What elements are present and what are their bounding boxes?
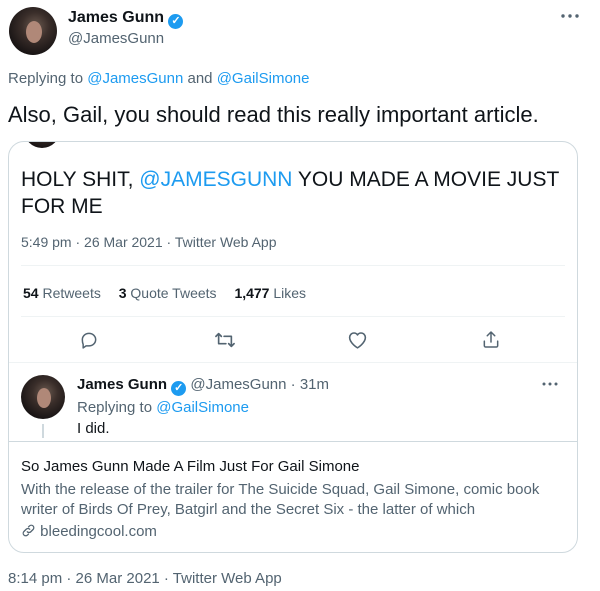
replying-prefix: Replying to [8, 70, 84, 87]
link-card-domain[interactable]: bleedingcool.com [40, 523, 157, 540]
likes-label: Likes [273, 285, 307, 301]
tweet-timestamp[interactable]: 8:14 pm · 26 Mar 2021 · Twitter Web App [8, 570, 282, 588]
author-name-row: James Gunn ✓ [68, 8, 184, 29]
reply-replying-to: Replying to @GailSimone [77, 399, 249, 417]
like-icon[interactable] [347, 330, 368, 350]
link-card-domain-row: bleedingcool.com [21, 522, 157, 541]
retweets-label: Retweets [42, 285, 101, 301]
reply-author-handle[interactable]: @JamesGunn [190, 376, 286, 393]
divider [9, 362, 577, 363]
reply-icon[interactable] [79, 330, 99, 350]
more-icon[interactable] [541, 380, 559, 388]
more-icon[interactable] [560, 12, 580, 22]
tweet-text: Also, Gail, you should read this really … [8, 102, 539, 127]
reply-time[interactable]: 31m [300, 376, 329, 393]
link-card-title: So James Gunn Made A Film Just For Gail … [21, 458, 360, 475]
replying-to: Replying to @JamesGunn and @GailSimone [8, 70, 309, 88]
divider [21, 265, 565, 266]
tweet-stats: 54 Retweets 3 Quote Tweets 1,477 Likes [23, 284, 306, 302]
link-icon [21, 523, 36, 538]
quotes-stat[interactable]: 3 Quote Tweets [119, 285, 217, 301]
quoted-text-before: HOLY SHIT, [21, 168, 134, 191]
retweets-count: 54 [23, 285, 39, 301]
reply-avatar[interactable] [21, 375, 65, 419]
share-icon[interactable] [481, 329, 501, 350]
quoted-avatar-partial [24, 142, 60, 148]
verified-badge-icon: ✓ [171, 381, 187, 396]
quoted-mention[interactable]: @JAMESGUNN [139, 168, 292, 191]
quotes-count: 3 [118, 285, 127, 301]
reply-replying-prefix: Replying to [77, 399, 153, 416]
replying-and: and [187, 70, 213, 87]
retweets-stat[interactable]: 54 Retweets [23, 285, 101, 301]
reply-header: James Gunn ✓ @JamesGunn · 31m [77, 376, 329, 396]
link-card[interactable]: So James Gunn Made A Film Just For Gail … [9, 442, 577, 552]
thread-line [42, 424, 44, 438]
divider [21, 316, 565, 317]
quoted-tweet-card[interactable]: HOLY SHIT, @JAMESGUNN YOU MADE A MOVIE J… [8, 141, 578, 553]
author-handle[interactable]: @JamesGunn [68, 30, 164, 48]
reply-text: I did. [77, 420, 110, 437]
likes-count: 1,477 [234, 285, 270, 301]
verified-badge-icon: ✓ [168, 14, 184, 29]
likes-stat[interactable]: 1,477 Likes [234, 285, 306, 301]
author-avatar[interactable] [9, 7, 57, 55]
author-name[interactable]: James Gunn [68, 9, 164, 26]
reply-separator: · [290, 376, 296, 393]
quoted-timestamp[interactable]: 5:49 pm · 26 Mar 2021 · Twitter Web App [21, 233, 277, 251]
replying-mention-2[interactable]: @GailSimone [217, 70, 310, 87]
reply-replying-mention[interactable]: @GailSimone [156, 399, 249, 416]
retweet-icon[interactable] [214, 330, 236, 350]
quotes-label: Quote Tweets [130, 285, 217, 301]
reply-author-name[interactable]: James Gunn [77, 376, 167, 393]
link-card-description: With the release of the trailer for The … [21, 481, 540, 518]
replying-mention-1[interactable]: @JamesGunn [87, 70, 183, 87]
quoted-tweet-text: HOLY SHIT, @JAMESGUNN YOU MADE A MOVIE J… [21, 166, 561, 220]
